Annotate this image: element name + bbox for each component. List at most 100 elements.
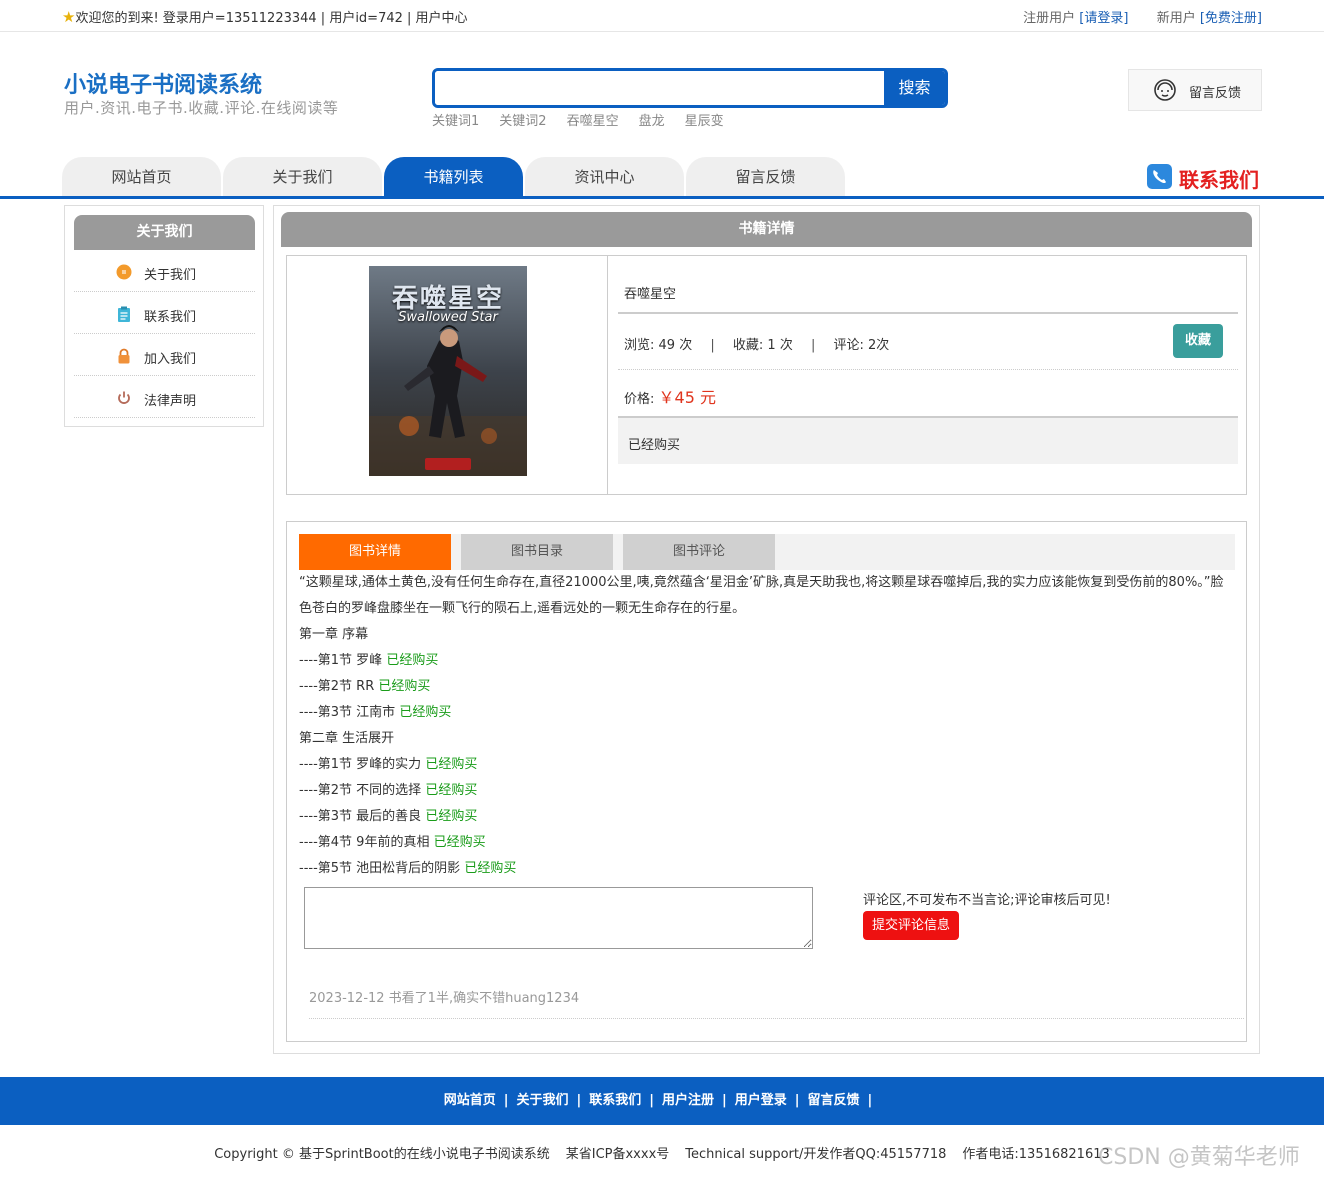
feedback-label: 留言反馈 <box>1189 86 1242 101</box>
section-status[interactable]: 已经购买 <box>425 809 477 824</box>
section-item[interactable]: ----第1节 罗峰 已经购买 <box>299 648 1235 674</box>
price-value: ￥45 元 <box>658 388 716 407</box>
price-row: 价格: ￥45 元 <box>624 384 716 408</box>
sidebar-item-label: 加入我们 <box>144 352 197 367</box>
views-value: 49 次 <box>658 338 693 353</box>
comments-label: 评论: <box>833 338 864 353</box>
section-title-text: ----第1节 罗峰 <box>299 653 383 668</box>
section-item[interactable]: ----第1节 罗峰的实力 已经购买 <box>299 752 1235 778</box>
nav-tab-home[interactable]: 网站首页 <box>62 157 221 197</box>
section-title-text: ----第3节 最后的善良 <box>299 809 422 824</box>
keyword-link[interactable]: 吞噬星空 <box>567 114 619 129</box>
section-status[interactable]: 已经购买 <box>464 861 516 876</box>
site-title[interactable]: 小说电子书阅读系统 <box>64 67 262 99</box>
register-user-label: 注册用户 <box>1023 11 1076 26</box>
sidebar-item-legal[interactable]: 法律声明 <box>74 376 255 418</box>
sidebar-item-label: 关于我们 <box>144 268 197 283</box>
section-status[interactable]: 已经购买 <box>425 783 477 798</box>
keyword-link[interactable]: 星辰变 <box>685 114 724 129</box>
book-stats: 浏览: 49 次 | 收藏: 1 次 | 评论: 2次 <box>624 338 890 353</box>
section-title: 书籍详情 <box>281 212 1252 247</box>
favorite-button[interactable]: 收藏 <box>1173 324 1223 358</box>
submit-comment-button[interactable]: 提交评论信息 <box>863 911 959 940</box>
copyright-text: Copyright © 基于SprintBoot的在线小说电子书阅读系统 <box>214 1147 550 1162</box>
nav-divider <box>0 196 1324 199</box>
sidebar-item-label: 联系我们 <box>144 310 197 325</box>
main-content: 书籍详情 吞噬星空 Swallowed Star 吞噬星空 浏览: 49 次 |… <box>273 205 1260 1054</box>
nav-tab-feedback[interactable]: 留言反馈 <box>686 157 845 197</box>
tab-book-comments[interactable]: 图书评论 <box>623 534 775 570</box>
power-icon <box>118 391 130 404</box>
keyword-link[interactable]: 关键词1 <box>432 114 479 129</box>
book-intro: “这颗星球,通体土黄色,没有任何生命存在,直径21000公里,咦,竟然蕴含‘星泪… <box>299 575 1224 616</box>
footer-link-home[interactable]: 网站首页 <box>444 1093 496 1108</box>
footer-link-about[interactable]: 关于我们 <box>516 1093 568 1108</box>
cover-cell: 吞噬星空 Swallowed Star <box>287 256 608 494</box>
footer-nav: 网站首页 | 关于我们 | 联系我们 | 用户注册 | 用户登录 | 留言反馈 | <box>0 1077 1324 1125</box>
phone-text: 作者电话:13516821613 <box>962 1147 1110 1162</box>
customer-service-icon <box>1154 79 1176 101</box>
sidebar-item-about[interactable]: 关于我们 <box>74 250 255 292</box>
sidebar-item-contact[interactable]: 联系我们 <box>74 292 255 334</box>
nav-tab-news[interactable]: 资讯中心 <box>525 157 684 197</box>
section-item[interactable]: ----第5节 池田松背后的阴影 已经购买 <box>299 856 1235 882</box>
book-name: 吞噬星空 <box>624 287 677 302</box>
nav-tab-books[interactable]: 书籍列表 <box>384 157 523 197</box>
star-icon: ★ <box>62 8 76 26</box>
sidebar: 关于我们 关于我们 联系我们 加入我们 法律声明 <box>64 205 264 427</box>
search-input[interactable] <box>435 71 887 105</box>
section-item[interactable]: ----第2节 RR 已经购买 <box>299 674 1235 700</box>
favorites-value: 1 次 <box>767 338 793 353</box>
nav-tab-about[interactable]: 关于我们 <box>223 157 382 197</box>
tab-book-catalog[interactable]: 图书目录 <box>461 534 613 570</box>
login-link[interactable]: [请登录] <box>1079 11 1128 26</box>
keyword-link[interactable]: 关键词2 <box>499 114 546 129</box>
section-item[interactable]: ----第2节 不同的选择 已经购买 <box>299 778 1235 804</box>
phone-icon <box>1147 164 1172 189</box>
comment-note: 评论区,不可发布不当言论;评论审核后可见! <box>863 893 1111 908</box>
search-button[interactable]: 搜索 <box>884 71 945 105</box>
review-divider <box>309 1018 1244 1019</box>
info-circle-icon <box>116 264 132 280</box>
top-bar: ★欢迎您的到来! 登录用户=13511223344 | 用户id=742 | 用… <box>0 0 1324 32</box>
comment-textarea[interactable] <box>304 887 813 949</box>
section-status[interactable]: 已经购买 <box>386 653 438 668</box>
footer-link-feedback[interactable]: 留言反馈 <box>808 1093 860 1108</box>
welcome-text: 欢迎您的到来! 登录用户=13511223344 | 用户id=742 | 用户… <box>75 11 468 26</box>
book-tabs-panel: 图书详情 图书目录 图书评论 “这颗星球,通体土黄色,没有任何生命存在,直径21… <box>286 521 1247 1042</box>
book-content: “这颗星球,通体土黄色,没有任何生命存在,直径21000公里,咦,竟然蕴含‘星泪… <box>299 570 1235 882</box>
welcome-area: ★欢迎您的到来! 登录用户=13511223344 | 用户id=742 | 用… <box>62 7 468 26</box>
section-title-text: ----第1节 罗峰的实力 <box>299 757 422 772</box>
feedback-button[interactable]: 留言反馈 <box>1128 69 1262 111</box>
section-item[interactable]: ----第3节 最后的善良 已经购买 <box>299 804 1235 830</box>
price-label: 价格: <box>624 392 655 407</box>
section-item[interactable]: ----第3节 江南市 已经购买 <box>299 700 1235 726</box>
comments-value: 2次 <box>868 338 890 353</box>
keyword-link[interactable]: 盘龙 <box>639 114 665 129</box>
book-detail: 吞噬星空 Swallowed Star 吞噬星空 浏览: 49 次 | 收藏: … <box>286 255 1247 495</box>
section-item[interactable]: ----第4节 9年前的真相 已经购买 <box>299 830 1235 856</box>
footer-link-login[interactable]: 用户登录 <box>735 1093 787 1108</box>
section-status[interactable]: 已经购买 <box>434 835 486 850</box>
tab-book-details[interactable]: 图书详情 <box>299 534 451 570</box>
section-status[interactable]: 已经购买 <box>378 679 430 694</box>
review-item: 2023-12-12 书看了1半,确实不错huang1234 <box>309 991 580 1006</box>
chapter-title: 第一章 序幕 <box>299 627 369 642</box>
sidebar-item-label: 法律声明 <box>144 394 197 409</box>
section-status[interactable]: 已经购买 <box>425 757 477 772</box>
free-register-link[interactable]: [免费注册] <box>1200 11 1262 26</box>
section-title-text: ----第3节 江南市 <box>299 705 396 720</box>
chapter-title: 第二章 生活展开 <box>299 731 395 746</box>
sidebar-item-join[interactable]: 加入我们 <box>74 334 255 376</box>
auth-links: 注册用户 [请登录] 新用户 [免费注册] <box>1023 7 1262 26</box>
book-cover-image[interactable]: 吞噬星空 Swallowed Star <box>369 266 527 476</box>
footer-link-contact[interactable]: 联系我们 <box>589 1093 641 1108</box>
section-title-text: ----第5节 池田松背后的阴影 <box>299 861 461 876</box>
purchase-status: 已经购买 <box>618 416 1238 464</box>
favorites-label: 收藏: <box>732 338 764 353</box>
watermark: CSDN @黄菊华老师 <box>1098 1145 1300 1170</box>
section-status[interactable]: 已经购买 <box>399 705 451 720</box>
footer-link-register[interactable]: 用户注册 <box>662 1093 714 1108</box>
site-subtitle: 用户.资讯.电子书.收藏.评论.在线阅读等 <box>64 99 339 117</box>
cover-subtitle: Swallowed Star <box>398 310 498 325</box>
